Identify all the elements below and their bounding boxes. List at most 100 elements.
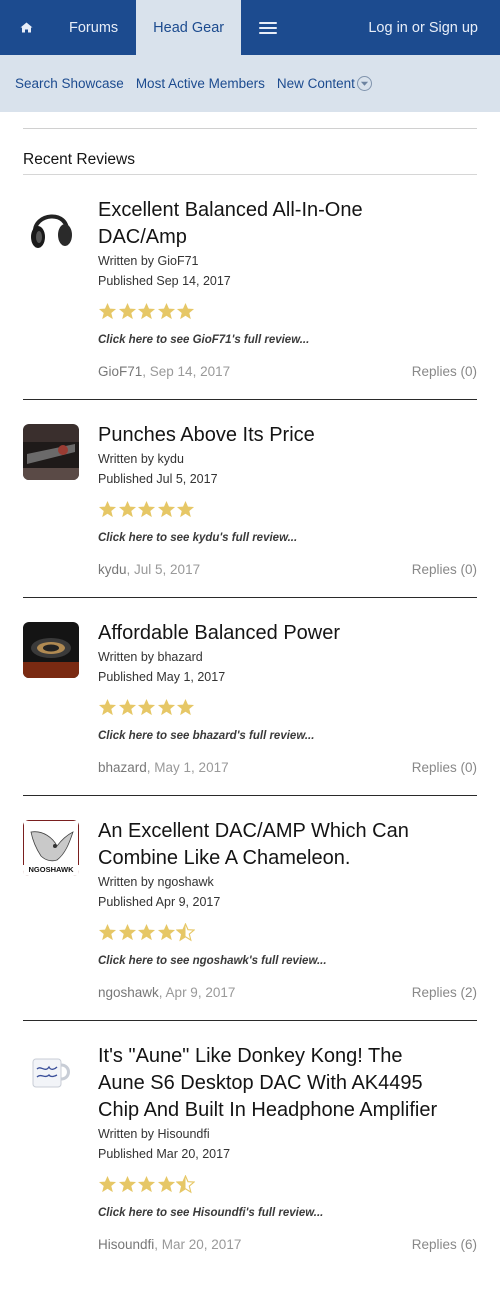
forums-tab[interactable]: Forums [52, 0, 136, 55]
search-showcase-link[interactable]: Search Showcase [15, 76, 124, 91]
star-rating [98, 500, 477, 522]
review-title-line[interactable]: Excellent Balanced All-In-One [98, 197, 477, 224]
home-tab[interactable] [0, 0, 52, 55]
new-content-label: New Content [276, 76, 355, 91]
review-title[interactable]: Affordable Balanced Power [98, 620, 477, 647]
review-published: Published Apr 9, 2017 [98, 895, 221, 909]
review-title[interactable]: An Excellent DAC/AMP Which Can Combine Li… [98, 818, 477, 872]
review-item: Excellent Balanced All-In-One DAC/Amp Wri… [23, 175, 477, 400]
review-written-by: Written by Hisoundfi [98, 1127, 210, 1141]
review-body: An Excellent DAC/AMP Which Can Combine Li… [98, 818, 477, 1000]
hamburger-menu-icon [259, 21, 278, 34]
review-written-by: Written by GioF71 [98, 254, 199, 268]
star-full-icon [98, 1175, 117, 1193]
review-title-line[interactable]: Combine Like A Chameleon. [98, 845, 477, 872]
review-written-by: Written by bhazard [98, 650, 203, 664]
review-footer: kydu, Jul 5, 2017 Replies (0) [98, 562, 477, 577]
replies-link[interactable]: Replies (2) [412, 985, 477, 1000]
headphones-thumbnail[interactable] [23, 199, 79, 255]
star-full-icon [137, 923, 156, 941]
review-author-link[interactable]: bhazard [98, 760, 147, 775]
review-title[interactable]: It's "Aune" Like Donkey Kong! The Aune S6… [98, 1043, 477, 1124]
review-title-line[interactable]: Chip And Built In Headphone Amplifier [98, 1097, 477, 1124]
review-footer: Hisoundfi, Mar 20, 2017 Replies (6) [98, 1237, 477, 1252]
review-list: Excellent Balanced All-In-One DAC/Amp Wri… [23, 175, 477, 1272]
star-rating [98, 302, 477, 324]
review-date: , Jul 5, 2017 [126, 562, 201, 577]
replies-link[interactable]: Replies (6) [412, 1237, 477, 1252]
star-full-icon [98, 302, 117, 320]
top-nav: Forums Head Gear Log in or Sign up [0, 0, 500, 55]
review-byline: kydu, Jul 5, 2017 [98, 562, 200, 577]
mug-thumbnail[interactable] [23, 1045, 79, 1101]
review-title-line[interactable]: Aune S6 Desktop DAC With AK4495 [98, 1070, 477, 1097]
login-signup-link[interactable]: Log in or Sign up [368, 0, 500, 55]
review-author-link[interactable]: Hisoundfi [98, 1237, 154, 1252]
review-written-by: Written by kydu [98, 452, 184, 466]
full-review-link[interactable]: Click here to see bhazard's full review.… [98, 730, 477, 742]
review-title[interactable]: Punches Above Its Price [98, 422, 477, 449]
review-date: , May 1, 2017 [146, 760, 229, 775]
review-published: Published Sep 14, 2017 [98, 274, 231, 288]
main-content: Recent Reviews Excellent Balanced All-In… [0, 128, 500, 1272]
new-content-link[interactable]: New Content [277, 76, 372, 91]
review-published: Published May 1, 2017 [98, 670, 226, 684]
star-full-icon [98, 500, 117, 518]
replies-link[interactable]: Replies (0) [412, 364, 477, 379]
review-date: , Sep 14, 2017 [142, 364, 231, 379]
thumb-caption: NGOSHAWK [28, 865, 74, 874]
review-title-line[interactable]: It's "Aune" Like Donkey Kong! The [98, 1043, 477, 1070]
review-body: Affordable Balanced Power Written by bha… [98, 620, 477, 775]
review-item: Affordable Balanced Power Written by bha… [23, 598, 477, 796]
device-ring-thumbnail[interactable] [23, 622, 79, 678]
most-active-members-link[interactable]: Most Active Members [136, 76, 265, 91]
review-written-by: Written by ngoshawk [98, 875, 214, 889]
star-rating [98, 923, 477, 945]
section-title: Recent Reviews [23, 151, 477, 175]
full-review-link[interactable]: Click here to see GioF71's full review..… [98, 334, 477, 346]
full-review-link[interactable]: Click here to see kydu's full review... [98, 532, 477, 544]
head-gear-tab[interactable]: Head Gear [136, 0, 242, 55]
star-full-icon [118, 698, 136, 716]
review-item: NGOSHAWK An Excellent DAC/AMP Which Can C… [23, 796, 477, 1021]
sub-nav: Search Showcase Most Active Members New … [0, 55, 500, 112]
star-full-icon [137, 1175, 156, 1193]
hawk-logo-thumbnail[interactable]: NGOSHAWK [23, 820, 79, 876]
review-author-link[interactable]: GioF71 [98, 364, 142, 379]
replies-link[interactable]: Replies (0) [412, 562, 477, 577]
review-footer: ngoshawk, Apr 9, 2017 Replies (2) [98, 985, 477, 1000]
chevron-down-icon[interactable] [356, 76, 372, 91]
star-rating [98, 698, 477, 720]
review-title-line[interactable]: DAC/Amp [98, 224, 477, 251]
menu-tab[interactable] [241, 0, 295, 55]
star-full-icon [98, 923, 117, 941]
star-full-icon [118, 302, 136, 320]
full-review-link[interactable]: Click here to see ngoshawk's full review… [98, 955, 477, 967]
review-author-link[interactable]: ngoshawk [98, 985, 159, 1000]
review-footer: bhazard, May 1, 2017 Replies (0) [98, 760, 477, 775]
review-date: , Mar 20, 2017 [154, 1237, 242, 1252]
star-full-icon [157, 923, 175, 941]
star-full-icon [137, 500, 156, 518]
review-author-link[interactable]: kydu [98, 562, 127, 577]
review-published: Published Jul 5, 2017 [98, 472, 218, 486]
device-closeup-thumbnail[interactable] [23, 424, 79, 480]
review-body: It's "Aune" Like Donkey Kong! The Aune S6… [98, 1043, 477, 1252]
star-full-icon [176, 500, 195, 518]
star-full-icon [157, 1175, 175, 1193]
home-icon [20, 22, 32, 33]
review-body: Punches Above Its Price Written by kydu … [98, 422, 477, 577]
star-full-icon [118, 923, 136, 941]
review-title[interactable]: Excellent Balanced All-In-One DAC/Amp [98, 197, 477, 251]
review-title-line[interactable]: An Excellent DAC/AMP Which Can [98, 818, 477, 845]
star-full-icon [118, 1175, 136, 1193]
review-byline: bhazard, May 1, 2017 [98, 760, 229, 775]
replies-link[interactable]: Replies (0) [412, 760, 477, 775]
star-full-icon [137, 302, 156, 320]
full-review-link[interactable]: Click here to see Hisoundfi's full revie… [98, 1207, 477, 1219]
review-title-line[interactable]: Punches Above Its Price [98, 422, 477, 449]
review-title-line[interactable]: Affordable Balanced Power [98, 620, 477, 647]
star-full-icon [157, 302, 175, 320]
review-item: It's "Aune" Like Donkey Kong! The Aune S6… [23, 1021, 477, 1272]
review-body: Excellent Balanced All-In-One DAC/Amp Wri… [98, 197, 477, 379]
